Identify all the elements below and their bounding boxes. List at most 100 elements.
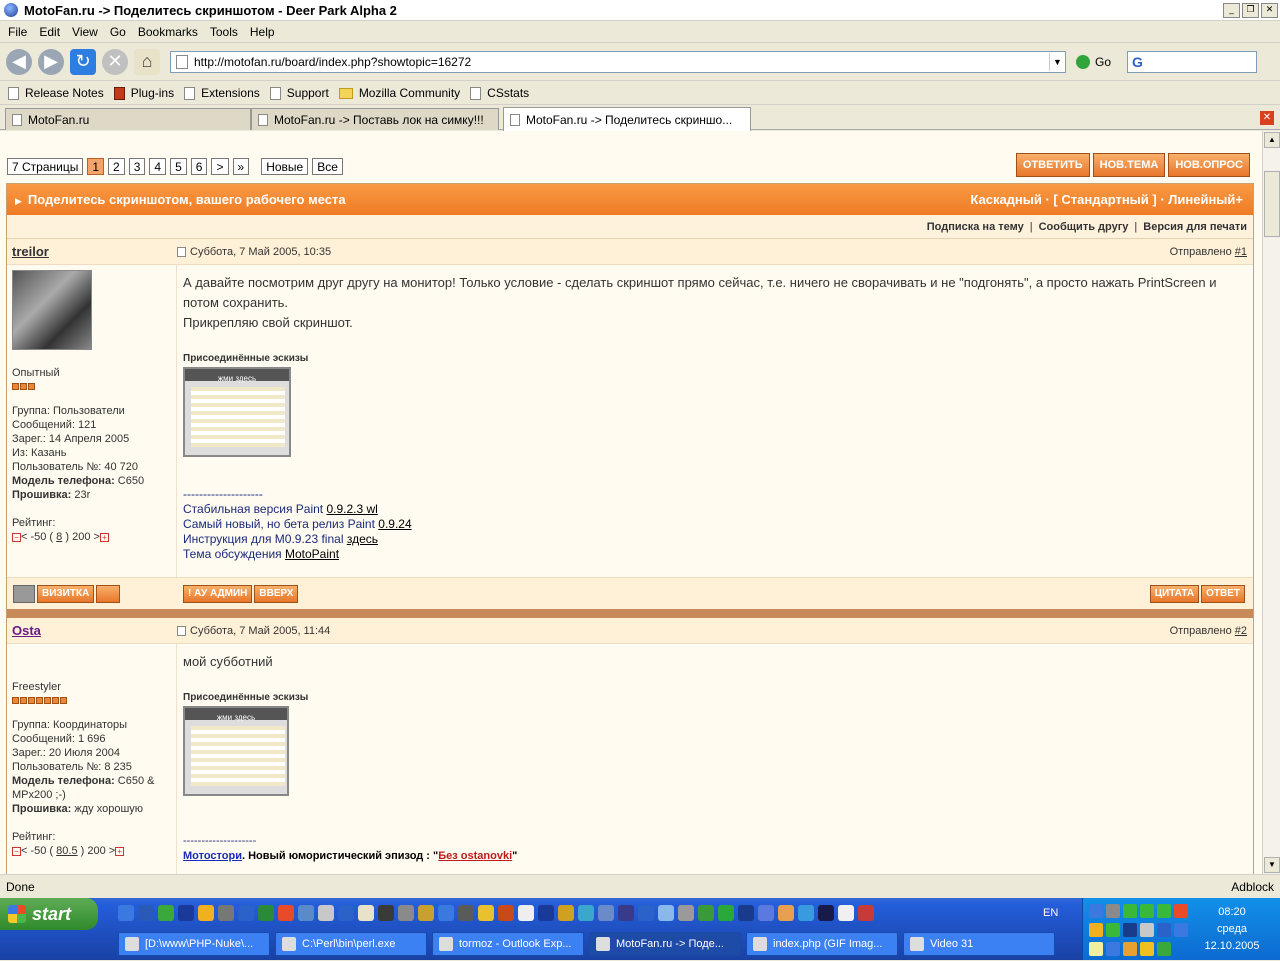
tab-2[interactable]: MotoFan.ru -> Поставь лок на симку!!! xyxy=(251,108,499,130)
signature-link[interactable]: 0.9.2.3 wl xyxy=(326,502,377,516)
profile-card-button[interactable]: визитка xyxy=(37,584,95,603)
quick-launch-icon[interactable] xyxy=(178,905,194,921)
scroll-down-button[interactable]: ▼ xyxy=(1264,857,1280,873)
quick-launch-icon[interactable] xyxy=(458,905,474,921)
tray-icon[interactable] xyxy=(1123,904,1137,918)
home-button[interactable]: ⌂ xyxy=(134,48,160,75)
quick-launch-icon[interactable] xyxy=(118,905,134,921)
go-button[interactable]: Go xyxy=(1076,54,1111,69)
quick-launch-icon[interactable] xyxy=(318,905,334,921)
vertical-scrollbar[interactable]: ▲ ▼ xyxy=(1262,131,1280,874)
tray-icon[interactable] xyxy=(1106,942,1120,956)
attachment-thumbnail[interactable]: жми здесь xyxy=(183,367,291,457)
quick-launch-icon[interactable] xyxy=(238,905,254,921)
quick-launch-icon[interactable] xyxy=(358,905,374,921)
tray-icon[interactable] xyxy=(1157,923,1171,937)
page-link[interactable]: 4 xyxy=(149,158,167,175)
maximize-button[interactable]: ❐ xyxy=(1242,2,1259,18)
quick-launch-icon[interactable] xyxy=(678,905,694,921)
reply-button[interactable]: ответить xyxy=(1015,153,1090,177)
signature-link[interactable]: 0.9.24 xyxy=(378,517,411,531)
topic-link[interactable]: Версия для печати xyxy=(1143,221,1247,233)
quick-launch-icon[interactable] xyxy=(438,905,454,921)
quick-launch-icon[interactable] xyxy=(838,905,854,921)
quick-launch-icon[interactable] xyxy=(858,905,874,921)
tray-icon[interactable] xyxy=(1089,923,1103,937)
page-link[interactable]: 3 xyxy=(128,158,146,175)
quick-launch-icon[interactable] xyxy=(778,905,794,921)
page-link[interactable]: 5 xyxy=(170,158,187,175)
quick-launch-icon[interactable] xyxy=(598,905,614,921)
quick-launch-icon[interactable] xyxy=(378,905,394,921)
quick-launch-icon[interactable] xyxy=(578,905,594,921)
quick-launch-icon[interactable] xyxy=(638,905,654,921)
quick-launch-icon[interactable] xyxy=(398,905,414,921)
taskbar-button[interactable]: index.php (GIF Imag... xyxy=(746,932,898,956)
page-next-link[interactable]: > xyxy=(211,158,229,175)
new-poll-button[interactable]: нов.опрос xyxy=(1168,153,1250,177)
taskbar-button[interactable]: [D:\www\PHP-Nuke\... xyxy=(118,932,270,956)
scroll-up-button[interactable]: ▲ xyxy=(1264,132,1280,148)
report-admin-button[interactable]: ! ау админ xyxy=(183,584,253,603)
quick-launch-icon[interactable] xyxy=(818,905,834,921)
quick-launch-icon[interactable] xyxy=(658,905,674,921)
tray-icon[interactable] xyxy=(1106,904,1120,918)
url-text[interactable]: http://motofan.ru/board/index.php?showto… xyxy=(194,55,1049,69)
search-box[interactable]: G xyxy=(1127,50,1258,73)
rating-minus-icon[interactable]: − xyxy=(12,846,21,856)
rating-value[interactable]: 80.5 xyxy=(56,845,77,857)
quick-launch-icon[interactable] xyxy=(738,905,754,921)
new-posts-link[interactable]: Новые xyxy=(261,158,309,175)
quick-launch-icon[interactable] xyxy=(798,905,814,921)
rating-plus-icon[interactable]: + xyxy=(115,846,125,856)
tray-icon[interactable] xyxy=(1123,942,1137,956)
bookmark-item[interactable]: Release Notes xyxy=(8,86,104,100)
tray-icon[interactable] xyxy=(1089,942,1103,956)
tab-3[interactable]: MotoFan.ru -> Поделитесь скриншо... xyxy=(503,107,751,131)
page-last-link[interactable]: » xyxy=(232,158,250,175)
stop-button[interactable]: ✕ xyxy=(102,48,128,75)
signature-link[interactable]: MotoPaint xyxy=(285,547,339,561)
quick-launch-icon[interactable] xyxy=(758,905,774,921)
bookmark-item[interactable]: Support xyxy=(269,86,329,100)
taskbar-button[interactable]: Video 31 xyxy=(903,932,1055,956)
top-button[interactable]: вверх xyxy=(254,584,299,603)
page-link[interactable]: 1 xyxy=(87,158,105,175)
quick-launch-icon[interactable] xyxy=(718,905,734,921)
message-icon[interactable] xyxy=(96,584,121,603)
quick-launch-icon[interactable] xyxy=(538,905,554,921)
quick-launch-icon[interactable] xyxy=(278,905,294,921)
close-tab-button[interactable]: ✕ xyxy=(1260,111,1274,125)
tray-icon[interactable] xyxy=(1140,923,1154,937)
quick-launch-icon[interactable] xyxy=(518,905,534,921)
bookmark-item[interactable]: CSstats xyxy=(470,86,529,100)
signature-link[interactable]: здесь xyxy=(347,532,378,546)
page-link[interactable]: 2 xyxy=(108,158,125,175)
quick-launch-icon[interactable] xyxy=(618,905,634,921)
bookmark-item[interactable]: Mozilla Community xyxy=(338,86,460,100)
new-topic-button[interactable]: нов.тема xyxy=(1092,153,1166,177)
signature-link[interactable]: Мотостори xyxy=(183,850,242,862)
quick-launch-icon[interactable] xyxy=(198,905,214,921)
quick-launch-icon[interactable] xyxy=(558,905,574,921)
language-indicator[interactable]: EN xyxy=(1043,907,1058,919)
reply-button[interactable]: ответ xyxy=(1201,584,1245,603)
quick-launch-icon[interactable] xyxy=(158,905,174,921)
menu-help[interactable]: Help xyxy=(250,25,275,39)
adblock-label[interactable]: Adblock xyxy=(1231,880,1274,894)
minimize-button[interactable]: _ xyxy=(1223,2,1240,18)
quick-launch-icon[interactable] xyxy=(418,905,434,921)
quick-launch-icon[interactable] xyxy=(478,905,494,921)
quick-launch-icon[interactable] xyxy=(698,905,714,921)
topic-link[interactable]: Сообщить другу xyxy=(1039,221,1129,233)
topic-link[interactable]: Подписка на тему xyxy=(927,221,1024,233)
start-button[interactable]: start xyxy=(0,898,98,930)
quick-launch-icon[interactable] xyxy=(258,905,274,921)
tray-icon[interactable] xyxy=(1089,904,1103,918)
menu-file[interactable]: File xyxy=(8,25,27,39)
close-button[interactable]: ✕ xyxy=(1261,2,1278,18)
menu-go[interactable]: Go xyxy=(110,25,126,39)
signature-link-2[interactable]: Без ostanovki xyxy=(438,850,512,862)
forward-button[interactable]: ▶ xyxy=(38,48,64,75)
post-number-link[interactable]: #2 xyxy=(1235,625,1247,637)
